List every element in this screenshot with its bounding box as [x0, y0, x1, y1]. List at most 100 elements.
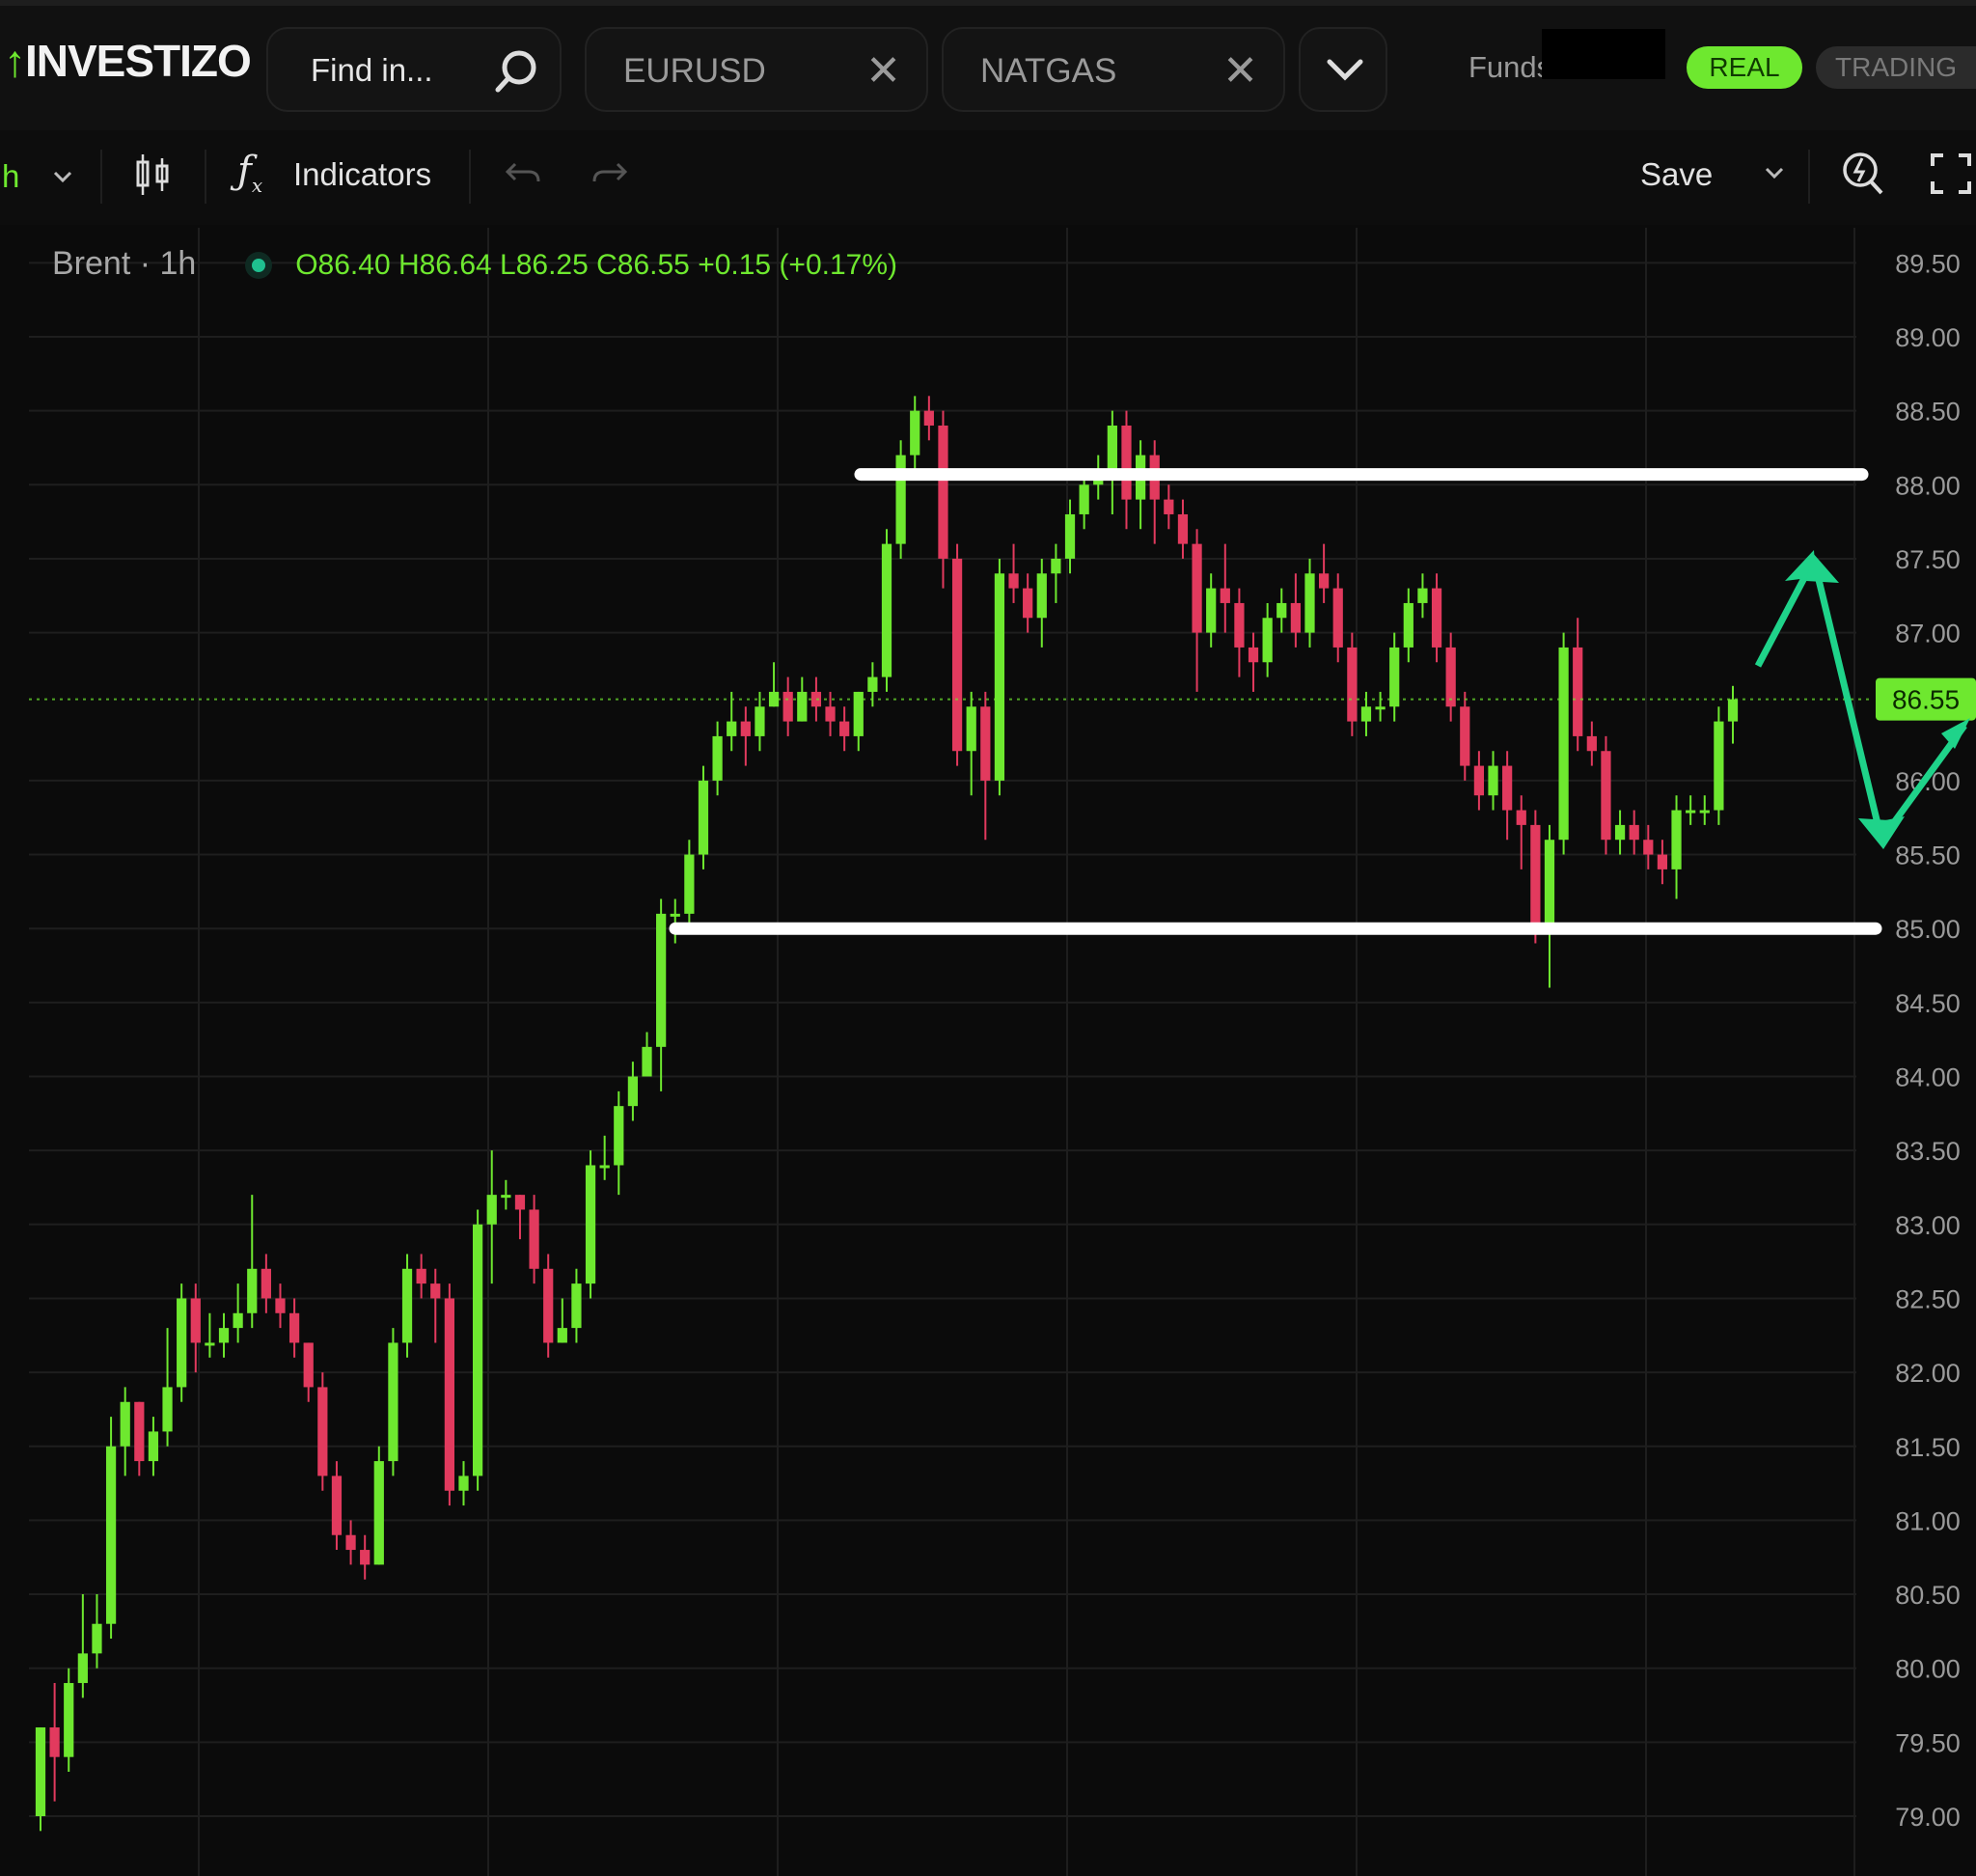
divider	[469, 150, 471, 204]
candle-body	[755, 706, 765, 736]
chevron-down-icon[interactable]	[52, 170, 73, 183]
tab-eurusd[interactable]: EURUSD ✕	[585, 27, 928, 112]
funds-value-redacted	[1542, 29, 1665, 79]
y-tick-label: 80.00	[1895, 1655, 1961, 1684]
y-tick-label: 85.00	[1895, 915, 1961, 944]
y-tick-label: 83.50	[1895, 1137, 1961, 1166]
candle-body	[1573, 647, 1583, 736]
candle-body	[360, 1550, 370, 1565]
interval-selector[interactable]: h	[2, 158, 19, 195]
candle-body	[233, 1312, 243, 1329]
search-icon[interactable]	[492, 48, 540, 97]
candle-body	[966, 706, 976, 752]
candle-body	[205, 1342, 215, 1346]
candle-body	[698, 780, 709, 855]
candle-body	[1389, 647, 1400, 707]
candle-body	[177, 1298, 187, 1388]
candle-body	[1290, 602, 1301, 633]
candle-body	[1177, 513, 1189, 544]
quick-search-icon[interactable]	[1839, 147, 1887, 197]
candle-body	[373, 1461, 384, 1565]
trading-mode-toggle[interactable]: TRADING	[1816, 46, 1976, 89]
chart-legend: Brent · 1h O86.40 H86.64 L86.25 C86.55 +…	[52, 245, 897, 283]
candle-body	[1643, 840, 1654, 855]
y-tick-label: 88.50	[1895, 398, 1961, 427]
tab-natgas[interactable]: NATGAS ✕	[942, 27, 1285, 112]
candle-body	[1601, 751, 1611, 841]
candle-body	[1248, 647, 1259, 663]
funds-label: Funds	[1468, 50, 1552, 84]
candle-body	[473, 1224, 483, 1476]
candle-body	[557, 1328, 567, 1343]
candle-body	[529, 1209, 539, 1269]
candle-body	[994, 573, 1005, 781]
search-box[interactable]: Find in...	[266, 27, 562, 112]
price-chart[interactable]: 89.5089.0088.5088.0087.5087.0086.0085.50…	[0, 228, 1976, 1876]
close-icon[interactable]: ✕	[865, 46, 901, 96]
candle-body	[656, 913, 667, 1047]
divider	[1808, 150, 1810, 204]
last-price-label: 86.55	[1892, 685, 1960, 715]
candle-body	[1502, 765, 1513, 811]
function-icon: ƒx	[237, 149, 263, 197]
candle-body	[627, 1076, 639, 1107]
candle-body	[599, 1165, 610, 1169]
candle-body	[1036, 573, 1047, 619]
candle-body	[345, 1534, 356, 1551]
candle-body	[288, 1312, 300, 1343]
undo-icon[interactable]	[504, 160, 542, 189]
candle-body	[120, 1401, 130, 1447]
y-tick-label: 87.00	[1895, 620, 1961, 648]
candle-body	[247, 1268, 258, 1313]
candle-body	[148, 1431, 159, 1462]
market-status-dot	[251, 259, 265, 273]
candle-body	[401, 1268, 413, 1343]
real-mode-toggle[interactable]: REAL	[1687, 46, 1802, 89]
candle-body	[923, 410, 934, 426]
candle-body	[190, 1298, 201, 1343]
candle-body	[1714, 721, 1724, 811]
candles-icon[interactable]	[133, 151, 172, 199]
y-tick-label: 83.00	[1895, 1211, 1961, 1240]
candle-body	[1488, 765, 1498, 796]
y-tick-label: 79.50	[1895, 1728, 1961, 1757]
candle-body	[1473, 765, 1485, 796]
app-logo[interactable]: ↑INVESTIZO	[4, 35, 252, 87]
y-tick-label: 89.00	[1895, 323, 1961, 352]
candle-body	[331, 1476, 343, 1535]
close-icon[interactable]: ✕	[1222, 46, 1258, 96]
candle-body	[218, 1328, 230, 1343]
y-tick-label: 82.00	[1895, 1359, 1961, 1388]
y-tick-label: 84.50	[1895, 989, 1961, 1018]
fullscreen-icon[interactable]	[1930, 152, 1972, 195]
search-input[interactable]: Find in...	[311, 52, 433, 89]
candle-body	[1445, 647, 1456, 707]
candle-body	[684, 854, 695, 914]
candle-body	[1023, 588, 1033, 619]
chevron-down-icon[interactable]	[1764, 166, 1785, 179]
candle-body	[1121, 425, 1132, 500]
save-button[interactable]: Save	[1640, 156, 1713, 193]
candle-body	[614, 1106, 624, 1166]
candle-body	[951, 558, 963, 752]
candle-body	[64, 1683, 74, 1757]
y-tick-label: 82.50	[1895, 1284, 1961, 1313]
candle-body	[571, 1283, 582, 1329]
candle-body	[1079, 484, 1089, 514]
divider	[205, 150, 206, 204]
redo-icon[interactable]	[590, 160, 629, 189]
candle-body	[486, 1195, 497, 1225]
candle-body	[1657, 854, 1668, 869]
candle-body	[910, 410, 920, 455]
candle-body	[980, 706, 991, 781]
candle-body	[501, 1195, 511, 1199]
candle-body	[740, 721, 751, 736]
candle-body	[1206, 588, 1217, 633]
candle-body	[1262, 618, 1273, 663]
candle-body	[1276, 602, 1287, 619]
candle-body	[1164, 499, 1174, 514]
candle-body	[1727, 699, 1739, 722]
y-tick-label: 85.50	[1895, 841, 1961, 870]
indicators-button[interactable]: Indicators	[293, 156, 431, 193]
tabs-dropdown-button[interactable]	[1299, 27, 1387, 112]
